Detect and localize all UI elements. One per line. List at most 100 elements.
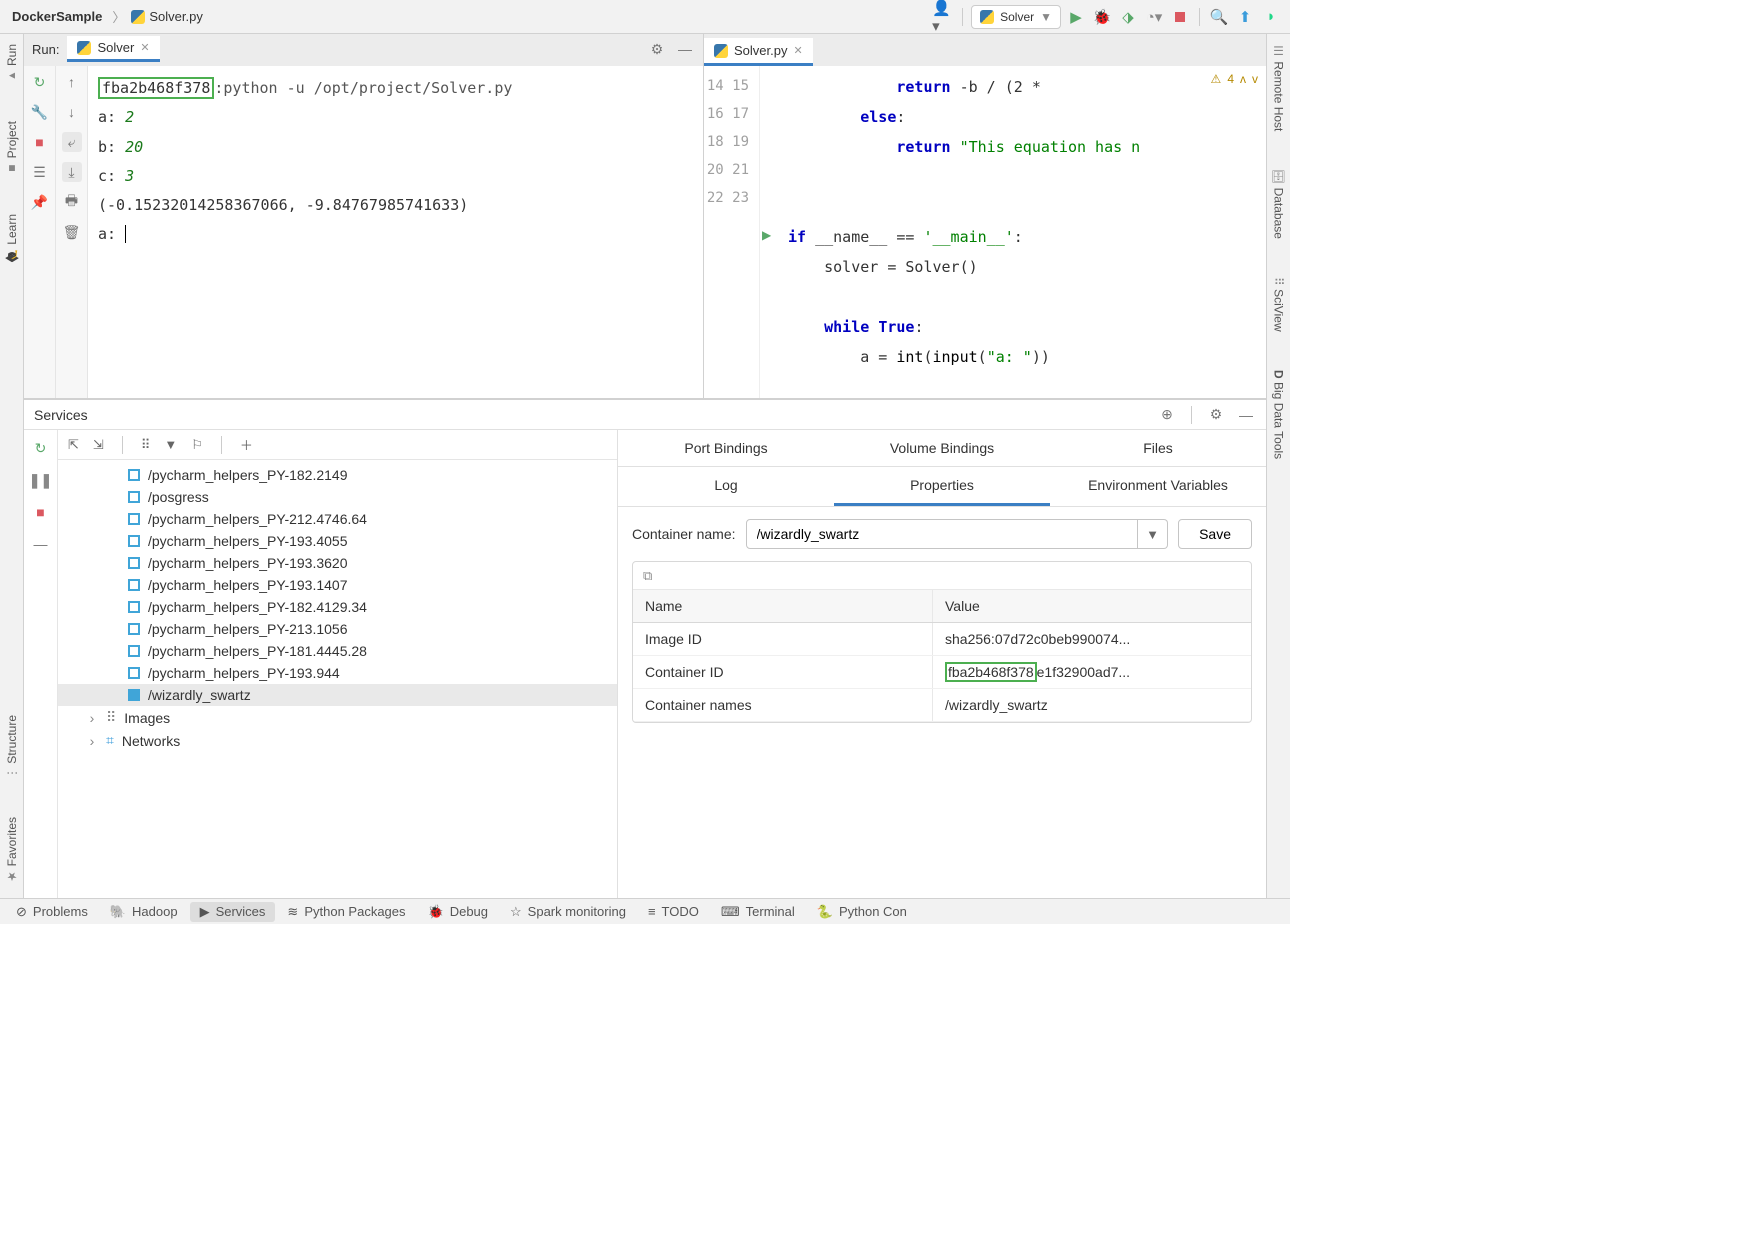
rerun-icon[interactable]: ↻	[30, 72, 50, 92]
close-icon[interactable]: ✕	[793, 44, 802, 57]
tool-tab-project[interactable]: ■ Project	[5, 117, 19, 180]
sb-services[interactable]: ▶Services	[190, 902, 276, 922]
tree-item[interactable]: /pycharm_helpers_PY-193.4055	[58, 530, 617, 552]
target-icon[interactable]	[1157, 405, 1177, 425]
console-result: (-0.15232014258367066, -9.84767985741633…	[98, 196, 468, 214]
stop-button-icon[interactable]	[1169, 6, 1191, 28]
tree-item[interactable]: /pycharm_helpers_PY-181.4445.28	[58, 640, 617, 662]
soft-wrap-icon[interactable]: ⤶	[62, 132, 82, 152]
expand-all-icon[interactable]: ⇱	[68, 437, 79, 453]
run-button-icon[interactable]: ▶	[1065, 6, 1087, 28]
tool-tab-favorites[interactable]: ★ Favorites	[5, 813, 19, 888]
run-gutter[interactable]: ▶	[760, 66, 780, 398]
problems-icon: ⊘	[16, 904, 27, 920]
pin-icon[interactable]: 📌	[30, 192, 50, 212]
sb-python-packages[interactable]: ≋Python Packages	[277, 902, 415, 922]
dropdown-icon[interactable]: ▼	[1138, 519, 1168, 549]
editor-tab[interactable]: Solver.py ✕	[704, 38, 813, 66]
tree-group-networks[interactable]: ›⌗Networks	[58, 729, 617, 752]
coverage-button-icon[interactable]: ⬗	[1117, 6, 1139, 28]
tool-tab-structure[interactable]: ⋮ Structure	[5, 711, 19, 783]
tab-env-vars[interactable]: Environment Variables	[1050, 467, 1266, 506]
prev-highlight-icon[interactable]: ʌ	[1240, 72, 1246, 86]
tree-item[interactable]: /pycharm_helpers_PY-213.1056	[58, 618, 617, 640]
line-gutter[interactable]: 14 15 16 17 18 19 20 21 22 23	[704, 66, 760, 398]
console-output[interactable]: fba2b468f378:python -u /opt/project/Solv…	[88, 66, 703, 398]
tool-tab-remote-host[interactable]: ☰ Remote Host	[1272, 40, 1286, 135]
tab-port-bindings[interactable]: Port Bindings	[618, 430, 834, 466]
up-arrow-icon[interactable]: ↑	[62, 72, 82, 92]
tool-tab-run[interactable]: ▸ Run	[5, 40, 19, 87]
sb-terminal[interactable]: ⌨Terminal	[711, 902, 805, 922]
sb-todo[interactable]: ≡TODO	[638, 902, 709, 921]
inspection-annotations[interactable]: ⚠ 4 ʌ v	[1211, 72, 1258, 86]
tab-log[interactable]: Log	[618, 467, 834, 506]
tool-tab-big-data[interactable]: D Big Data Tools	[1272, 366, 1286, 463]
tab-files[interactable]: Files	[1050, 430, 1266, 466]
sb-hadoop[interactable]: 🐘Hadoop	[100, 902, 188, 922]
run-line-icon[interactable]: ▶	[762, 228, 771, 242]
tree-item[interactable]: /pycharm_helpers_PY-193.3620	[58, 552, 617, 574]
layout-icon[interactable]: ☰	[30, 162, 50, 182]
save-button[interactable]: Save	[1178, 519, 1252, 549]
close-icon[interactable]: ✕	[140, 41, 149, 54]
container-name-input[interactable]	[746, 519, 1139, 549]
tree-item[interactable]: /pycharm_helpers_PY-193.1407	[58, 574, 617, 596]
prop-row-container-id[interactable]: Container ID fba2b468f378e1f32900ad7...	[633, 656, 1251, 689]
tree-item[interactable]: /posgress	[58, 486, 617, 508]
group-icon[interactable]: ⠿	[141, 437, 151, 453]
prop-row-container-names[interactable]: Container names /wizardly_swartz	[633, 689, 1251, 722]
gear-icon[interactable]	[647, 39, 667, 59]
collapse-all-icon[interactable]: ⇲	[93, 437, 104, 453]
sb-python-console[interactable]: 🐍Python Con	[807, 902, 917, 922]
down-arrow-icon[interactable]: ↓	[62, 102, 82, 122]
print-icon[interactable]: 🖶	[62, 192, 82, 212]
tag-icon[interactable]: ⚐	[191, 437, 203, 453]
tab-volume-bindings[interactable]: Volume Bindings	[834, 430, 1050, 466]
tree-group-images[interactable]: ›⠿Images	[58, 706, 617, 729]
tool-tab-learn[interactable]: 🎓 Learn	[5, 210, 19, 267]
minimize-icon[interactable]	[1236, 405, 1256, 425]
run-configuration-selector[interactable]: Solver ▼	[971, 5, 1061, 29]
gear-icon[interactable]	[1206, 405, 1226, 425]
run-tab[interactable]: Solver ✕	[67, 36, 159, 62]
minimize-icon[interactable]	[675, 39, 695, 59]
filter-icon[interactable]: ▼	[164, 437, 177, 452]
search-icon[interactable]: 🔍	[1208, 6, 1230, 28]
tool-tab-database[interactable]: 🗄 Database	[1272, 165, 1286, 243]
breadcrumb-file[interactable]: Solver.py	[131, 9, 202, 24]
tree-item[interactable]: /pycharm_helpers_PY-193.944	[58, 662, 617, 684]
next-highlight-icon[interactable]: v	[1252, 72, 1258, 86]
tab-properties[interactable]: Properties	[834, 467, 1050, 506]
collapse-icon[interactable]: —	[31, 534, 51, 554]
container-icon	[128, 667, 140, 679]
container-name-combo[interactable]: ▼	[746, 519, 1169, 549]
pause-icon[interactable]: ❚❚	[31, 470, 51, 490]
tree-item[interactable]: /pycharm_helpers_PY-182.2149	[58, 464, 617, 486]
update-icon[interactable]: ⬆	[1234, 6, 1256, 28]
tree-item[interactable]: /pycharm_helpers_PY-182.4129.34	[58, 596, 617, 618]
services-title: Services	[34, 407, 88, 423]
user-menu-icon[interactable]: 👤▾	[932, 6, 954, 28]
tree-item[interactable]: /pycharm_helpers_PY-212.4746.64	[58, 508, 617, 530]
add-icon[interactable]	[240, 435, 253, 454]
sb-debug[interactable]: 🐞Debug	[418, 902, 499, 922]
stop-icon[interactable]: ■	[31, 502, 51, 522]
sb-spark[interactable]: ☆Spark monitoring	[500, 902, 636, 922]
profiler-button-icon[interactable]: ◔▾	[1143, 6, 1165, 28]
tree-item-selected[interactable]: /wizardly_swartz	[58, 684, 617, 706]
jetbrains-icon[interactable]: ◗	[1260, 6, 1282, 28]
breadcrumb-project[interactable]: DockerSample	[8, 7, 106, 26]
wrench-icon[interactable]: 🔧	[30, 102, 50, 122]
scroll-end-icon[interactable]: ⤓	[62, 162, 82, 182]
debug-button-icon[interactable]: 🐞	[1091, 6, 1113, 28]
copy-icon[interactable]: ⧉	[643, 568, 652, 584]
code-area[interactable]: return -b / (2 * else: return "This equa…	[780, 66, 1266, 398]
stop-icon[interactable]: ■	[30, 132, 50, 152]
prop-row-image-id[interactable]: Image ID sha256:07d72c0beb990074...	[633, 623, 1251, 656]
trash-icon[interactable]: 🗑	[62, 222, 82, 242]
tool-tab-sciview[interactable]: ⠿ SciView	[1272, 273, 1286, 336]
deploy-icon[interactable]: ↻	[31, 438, 51, 458]
sb-problems[interactable]: ⊘Problems	[6, 902, 98, 922]
services-tree[interactable]: /pycharm_helpers_PY-182.2149 /posgress /…	[58, 460, 617, 898]
